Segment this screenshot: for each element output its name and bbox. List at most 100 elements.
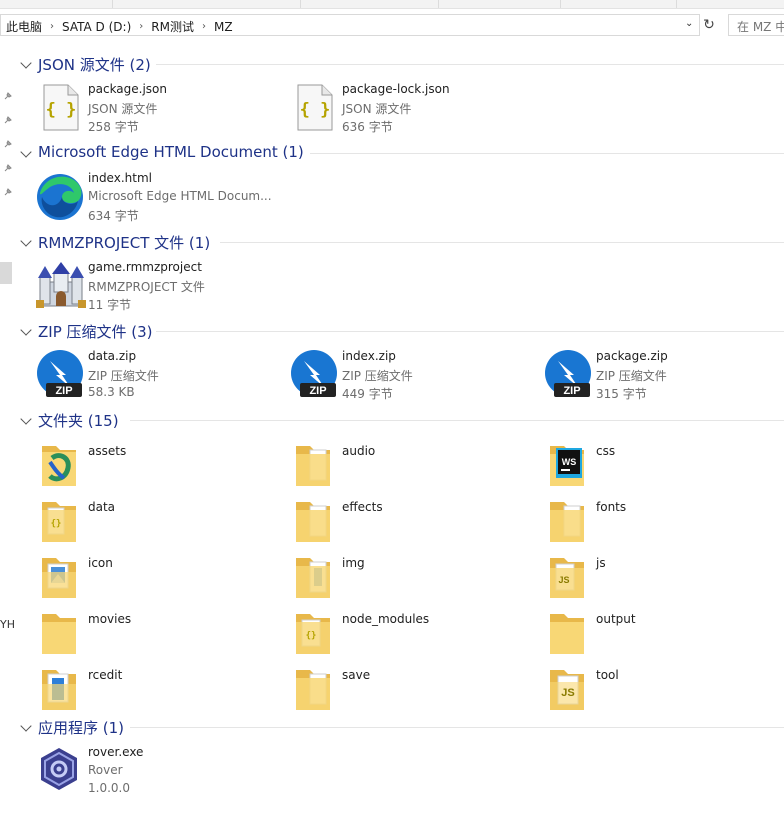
chevron-down-icon[interactable] xyxy=(20,57,32,69)
svg-text:ZIP: ZIP xyxy=(309,385,326,397)
file-item[interactable]: { } package-lock.json JSON 源文件 636 字节 xyxy=(290,82,540,138)
search-input[interactable]: 在 MZ 中 xyxy=(728,14,784,36)
nav-item-fragment[interactable]: YH xyxy=(0,618,15,631)
chevron-down-icon[interactable] xyxy=(20,413,32,425)
folder-blue-doc-icon xyxy=(42,670,76,710)
folder-item[interactable]: img xyxy=(290,550,540,600)
pin-icon[interactable] xyxy=(2,186,14,198)
folder-webstorm-icon: WS xyxy=(550,446,584,486)
pin-icon[interactable] xyxy=(2,138,14,150)
file-name: game.rmmzproject xyxy=(88,260,202,274)
svg-text:JS: JS xyxy=(558,575,569,585)
folder-icon xyxy=(550,614,584,654)
ribbon-edge xyxy=(0,0,784,9)
folder-json-icon: {} xyxy=(42,502,76,542)
chevron-down-icon[interactable]: ⌄ xyxy=(685,18,693,29)
folder-assets-icon xyxy=(42,446,76,486)
refresh-icon[interactable]: ↻ xyxy=(701,14,717,36)
zip-icon: ZIP xyxy=(291,350,337,397)
address-bar[interactable]: 此电脑 › SATA D (D:) › RM测试 › MZ ⌄ xyxy=(0,14,700,36)
group-header-zip[interactable]: ZIP 压缩文件 (3) xyxy=(20,321,784,343)
chevron-down-icon[interactable] xyxy=(20,235,32,247)
file-item[interactable]: rover.exe Rover 1.0.0.0 xyxy=(36,745,286,801)
folder-docs-icon xyxy=(296,446,330,486)
folder-image-icon xyxy=(42,558,76,598)
folder-item[interactable]: effects xyxy=(290,494,540,544)
file-version: 1.0.0.0 xyxy=(88,781,130,795)
folder-item[interactable]: {} node_modules xyxy=(290,606,540,656)
file-item[interactable]: game.rmmzproject RMMZPROJECT 文件 11 字节 xyxy=(36,260,286,316)
group-divider xyxy=(130,727,784,728)
crumb-drive[interactable]: SATA D (D:) xyxy=(62,20,131,34)
file-name: data.zip xyxy=(88,349,137,363)
file-size: 58.3 KB xyxy=(88,385,135,399)
folder-item[interactable]: output xyxy=(544,606,784,656)
file-size: 11 字节 xyxy=(88,298,132,312)
file-name: index.html xyxy=(88,171,152,185)
file-item[interactable]: ZIP index.zip ZIP 压缩文件 449 字节 xyxy=(290,349,540,405)
folder-item[interactable]: audio xyxy=(290,438,540,488)
nav-selected-item[interactable] xyxy=(0,262,12,284)
svg-text:{ }: { } xyxy=(46,100,77,120)
folder-item[interactable]: rcedit xyxy=(36,662,286,712)
folder-name: tool xyxy=(596,668,619,682)
crumb-folder-rm[interactable]: RM测试 xyxy=(151,18,194,35)
file-item[interactable]: { } package.json JSON 源文件 258 字节 xyxy=(36,82,286,138)
crumb-folder-mz[interactable]: MZ xyxy=(214,20,233,34)
zip-icon: ZIP xyxy=(37,350,83,397)
group-title: 文件夹 (15) xyxy=(38,412,119,430)
folder-name: audio xyxy=(342,444,376,458)
file-item[interactable]: index.html Microsoft Edge HTML Docum... … xyxy=(36,171,286,227)
chevron-right-icon[interactable]: › xyxy=(50,21,54,32)
file-size: 258 字节 xyxy=(88,120,139,134)
file-type: JSON 源文件 xyxy=(342,102,412,116)
folder-js-icon: JS xyxy=(550,558,584,598)
crumb-this-pc[interactable]: 此电脑 xyxy=(6,18,42,35)
folder-item[interactable]: WS css xyxy=(544,438,784,488)
folder-item[interactable]: icon xyxy=(36,550,286,600)
pin-icon[interactable] xyxy=(2,162,14,174)
chevron-right-icon[interactable]: › xyxy=(139,21,143,32)
pin-icon[interactable] xyxy=(2,114,14,126)
file-type: Microsoft Edge HTML Docum... xyxy=(88,189,272,203)
file-item[interactable]: ZIP package.zip ZIP 压缩文件 315 字节 xyxy=(544,349,784,405)
folder-docs-icon xyxy=(296,670,330,710)
pin-icon[interactable] xyxy=(2,90,14,102)
group-header-json[interactable]: JSON 源文件 (2) xyxy=(20,54,784,76)
group-header-rmmzproject[interactable]: RMMZPROJECT 文件 (1) xyxy=(20,232,784,254)
svg-text:WS: WS xyxy=(562,457,577,467)
chevron-down-icon[interactable] xyxy=(20,324,32,336)
group-title: Microsoft Edge HTML Document (1) xyxy=(38,143,304,161)
group-header-edge-html[interactable]: Microsoft Edge HTML Document (1) xyxy=(20,143,784,165)
group-header-applications[interactable]: 应用程序 (1) xyxy=(20,717,784,739)
chevron-down-icon[interactable] xyxy=(20,146,32,158)
group-header-folders[interactable]: 文件夹 (15) xyxy=(20,410,784,432)
folder-item[interactable]: fonts xyxy=(544,494,784,544)
file-item[interactable]: ZIP data.zip ZIP 压缩文件 58.3 KB xyxy=(36,349,286,405)
file-name: package.zip xyxy=(596,349,668,363)
folder-item[interactable]: JS js xyxy=(544,550,784,600)
folder-name: css xyxy=(596,444,616,458)
folder-item[interactable]: movies xyxy=(36,606,286,656)
chevron-down-icon[interactable] xyxy=(20,720,32,732)
folder-name: assets xyxy=(88,444,127,458)
folder-icon xyxy=(42,614,76,654)
folder-name: save xyxy=(342,668,371,682)
folder-docs-icon xyxy=(296,502,330,542)
folder-name: icon xyxy=(88,556,113,570)
file-type: ZIP 压缩文件 xyxy=(596,369,667,383)
folder-item[interactable]: {} data xyxy=(36,494,286,544)
chevron-right-icon[interactable]: › xyxy=(202,21,206,32)
group-divider xyxy=(156,331,784,332)
folder-item[interactable]: save xyxy=(290,662,540,712)
file-size: 315 字节 xyxy=(596,387,647,401)
folder-item[interactable]: assets xyxy=(36,438,286,488)
folder-item[interactable]: JS tool xyxy=(544,662,784,712)
file-name: package-lock.json xyxy=(342,82,450,96)
folder-name: movies xyxy=(88,612,132,626)
file-name: rover.exe xyxy=(88,745,144,759)
file-name: index.zip xyxy=(342,349,396,363)
file-size: 634 字节 xyxy=(88,209,139,223)
group-divider xyxy=(310,153,784,154)
folder-name: data xyxy=(88,500,116,514)
